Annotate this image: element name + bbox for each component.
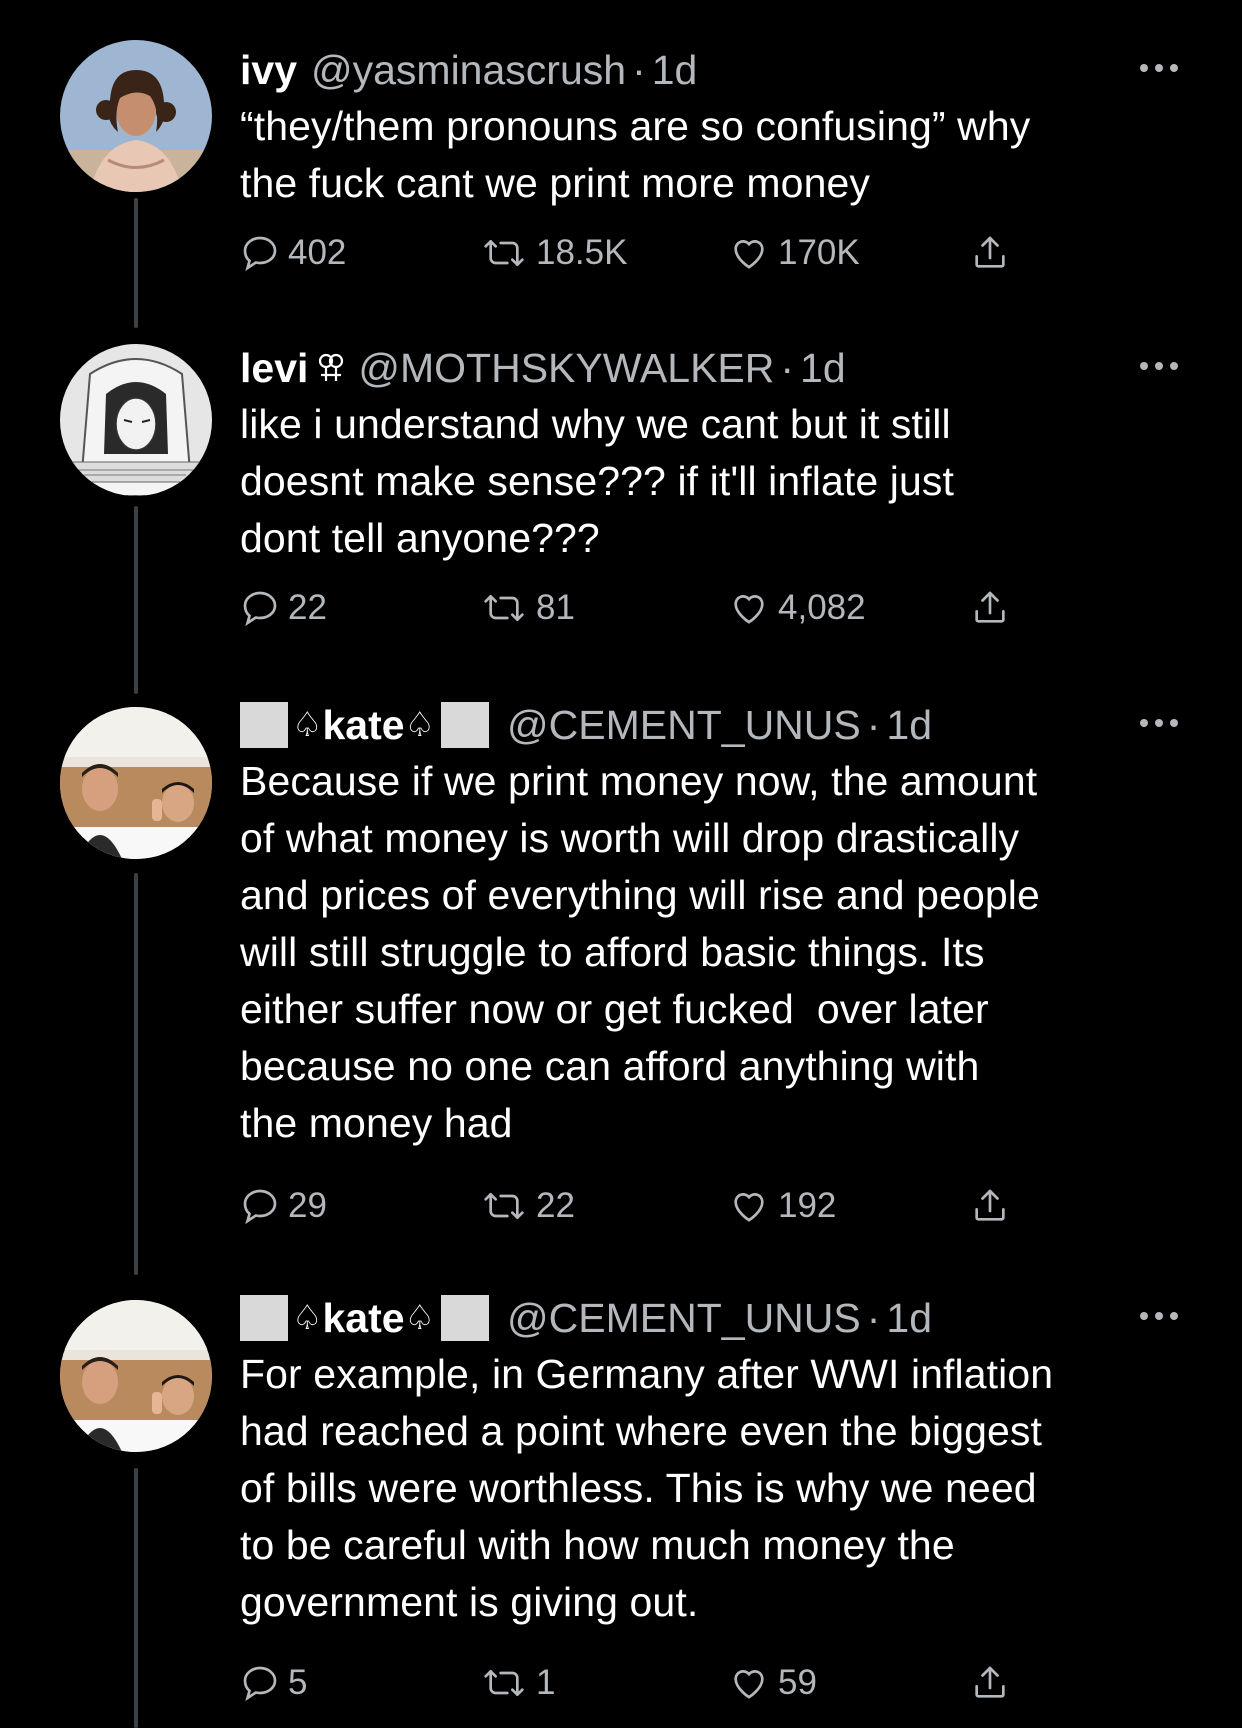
user-handle[interactable]: @CEMENT_UNUS [507, 695, 861, 755]
like-count: 59 [778, 1663, 817, 1702]
spade-icon: ♤ [404, 1299, 436, 1337]
placeholder-box-icon [240, 1295, 288, 1341]
reply-count: 22 [288, 588, 327, 627]
reply-icon [243, 236, 277, 272]
tweet-header: levi @MOTHSKYWALKER · 1d [240, 338, 846, 398]
thread-line [134, 873, 138, 1275]
reply-icon [243, 591, 277, 627]
tweet-text: Because if we print money now, the amoun… [240, 758, 1040, 1146]
retweet-icon [484, 240, 524, 266]
spade-icon: ♤ [404, 706, 436, 744]
share-icon [975, 1189, 1005, 1221]
display-name[interactable]: ivy [240, 40, 297, 100]
tweet-actions: 22 81 4,082 [240, 583, 1040, 633]
reply-icon [243, 1189, 277, 1225]
spade-icon: ♤ [292, 1299, 323, 1337]
avatar-levi[interactable] [60, 344, 212, 496]
heart-icon [734, 595, 764, 624]
avatar-kate[interactable] [60, 707, 212, 859]
tweet-actions: 29 22 192 [240, 1181, 1040, 1231]
tweet-header: ivy @yasminascrush · 1d [240, 40, 697, 100]
retweet-icon [484, 1193, 524, 1219]
like-button[interactable]: 192 [728, 1181, 836, 1231]
reply-button[interactable]: 5 [240, 1658, 307, 1708]
like-button[interactable]: 170K [728, 228, 860, 278]
more-options-icon[interactable] [1140, 64, 1178, 72]
user-handle[interactable]: @CEMENT_UNUS [507, 1288, 861, 1348]
share-button[interactable] [970, 1658, 1018, 1708]
separator-dot: · [780, 345, 795, 391]
user-handle[interactable]: @MOTHSKYWALKER [358, 338, 774, 398]
heart-icon [734, 240, 764, 269]
heart-icon [734, 1193, 764, 1222]
tweet-header: ♤ kate ♤ @CEMENT_UNUS · 1d [240, 695, 932, 755]
retweet-button[interactable]: 22 [480, 1181, 575, 1231]
avatar-ivy[interactable] [60, 40, 212, 192]
thread-line [134, 198, 138, 328]
spade-icon: ♤ [292, 706, 323, 744]
avatar-kate[interactable] [60, 1300, 212, 1452]
female-female-symbol-icon [318, 351, 344, 385]
timestamp[interactable]: 1d [800, 338, 846, 398]
share-icon [975, 591, 1005, 623]
tweet-text: “they/them pronouns are so confusing” wh… [240, 103, 1031, 206]
thread-line [134, 506, 138, 694]
tweet-actions: 402 18.5K 170K [240, 228, 1040, 278]
reply-count: 402 [288, 233, 347, 272]
user-handle[interactable]: @yasminascrush [311, 40, 626, 100]
retweet-button[interactable]: 1 [480, 1658, 555, 1708]
tweet-header: ♤ kate ♤ @CEMENT_UNUS · 1d [240, 1288, 932, 1348]
timestamp[interactable]: 1d [652, 40, 698, 100]
separator-dot: · [866, 702, 881, 748]
share-icon [975, 1666, 1005, 1698]
like-button[interactable]: 59 [728, 1658, 817, 1708]
tweet-text: like i understand why we cant but it sti… [240, 401, 954, 561]
reply-button[interactable]: 22 [240, 583, 327, 633]
retweet-icon [484, 1670, 524, 1696]
retweet-count: 1 [536, 1663, 556, 1702]
reply-count: 5 [288, 1663, 308, 1702]
display-name[interactable]: kate [322, 1288, 404, 1348]
tweet-text: For example, in Germany after WWI inflat… [240, 1351, 1054, 1625]
share-button[interactable] [970, 228, 1018, 278]
share-button[interactable] [970, 1181, 1018, 1231]
more-options-icon[interactable] [1140, 362, 1178, 370]
reply-button[interactable]: 402 [240, 228, 346, 278]
share-icon [975, 236, 1005, 268]
more-options-icon[interactable] [1140, 1312, 1178, 1320]
placeholder-box-icon [441, 702, 490, 748]
retweet-count: 22 [536, 1186, 575, 1225]
reply-button[interactable]: 29 [240, 1181, 327, 1231]
retweet-count: 18.5K [536, 233, 628, 272]
retweet-count: 81 [536, 588, 575, 627]
like-count: 170K [778, 233, 860, 272]
placeholder-box-icon [441, 1295, 490, 1341]
like-count: 4,082 [778, 588, 866, 627]
like-count: 192 [778, 1186, 837, 1225]
timestamp[interactable]: 1d [886, 1288, 932, 1348]
placeholder-box-icon [240, 702, 288, 748]
retweet-button[interactable]: 81 [480, 583, 575, 633]
like-button[interactable]: 4,082 [728, 583, 866, 633]
reply-icon [243, 1666, 277, 1702]
share-button[interactable] [970, 583, 1018, 633]
separator-dot: · [866, 1295, 881, 1341]
retweet-button[interactable]: 18.5K [480, 228, 627, 278]
timestamp[interactable]: 1d [886, 695, 932, 755]
reply-count: 29 [288, 1186, 327, 1225]
separator-dot: · [632, 47, 646, 93]
tweet-actions: 5 1 59 [240, 1658, 1040, 1708]
heart-icon [734, 1670, 764, 1699]
display-name[interactable]: levi [240, 338, 308, 398]
retweet-icon [484, 595, 524, 621]
display-name[interactable]: kate [322, 695, 404, 755]
more-options-icon[interactable] [1140, 719, 1178, 727]
thread-line [134, 1468, 138, 1728]
